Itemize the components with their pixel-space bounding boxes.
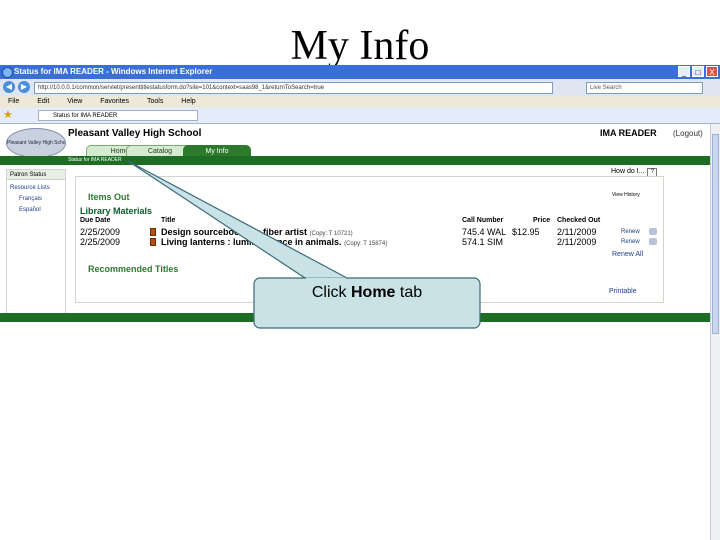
renew-icon[interactable]: [649, 228, 657, 235]
search-input[interactable]: Live Search: [586, 82, 703, 94]
callout-text: Click Home tab: [311, 284, 423, 301]
column-header-call-number: Call Number: [462, 217, 504, 224]
maximize-button[interactable]: □: [692, 66, 704, 77]
window-buttons: _ □ X: [678, 66, 718, 77]
table-row-title[interactable]: Living lanterns : luminescence in animal…: [161, 237, 387, 247]
web-page: Pleasant Valley High School Pleasant Val…: [0, 124, 710, 540]
table-row-call-number: 574.1 SIM: [462, 237, 504, 247]
table-row-checked-out: 2/11/2009: [557, 237, 597, 247]
column-header-title: Title: [161, 217, 176, 224]
menu-favorites[interactable]: Favorites: [100, 98, 129, 105]
slide-title: My Info: [290, 23, 430, 69]
table-row-price: $12.95: [512, 227, 540, 237]
address-row: ◀ ▶ http://10.0.0.1/common/servlet/prese…: [0, 79, 720, 97]
renew-icon[interactable]: [649, 238, 657, 245]
column-header-due-date: Due Date: [80, 217, 111, 224]
menu-tools[interactable]: Tools: [147, 98, 163, 105]
book-icon: [150, 238, 156, 246]
back-button[interactable]: ◀: [3, 81, 15, 93]
table-row-checked-out: 2/11/2009: [557, 227, 597, 237]
ie-logo-icon: [2, 67, 13, 78]
renew-button[interactable]: Renew: [621, 239, 640, 245]
renew-button[interactable]: Renew: [621, 229, 640, 235]
sidebar-link-resource-lists[interactable]: Resource Lists: [10, 185, 50, 191]
menu-file[interactable]: File: [8, 98, 19, 105]
browser-title-bar: Status for IMA READER - Windows Internet…: [0, 65, 720, 79]
menu-help[interactable]: Help: [181, 98, 195, 105]
recommended-titles-heading: Recommended Titles: [88, 264, 179, 274]
library-materials-heading: Library Materials: [80, 206, 153, 216]
table-row-call-number: 745.4 WAL: [462, 227, 507, 237]
tab-patron-status[interactable]: Patron Status: [7, 170, 65, 180]
sidebar: Patron Status Resource Lists Français Es…: [6, 169, 66, 315]
column-header-price: Price: [533, 217, 551, 224]
table-row-title[interactable]: Design sourcebook the fiber artist (Copy…: [161, 227, 353, 237]
view-history-button[interactable]: View History: [612, 192, 640, 198]
favorites-star-icon[interactable]: ★: [3, 108, 13, 123]
renew-all-button[interactable]: Renew All: [612, 251, 643, 258]
subnav-status-link[interactable]: Status for IMA READER: [68, 156, 122, 165]
printable-button[interactable]: Printable: [609, 288, 637, 295]
items-out-heading: Items Out: [88, 192, 130, 202]
menu-bar: File Edit View Favorites Tools Help: [0, 96, 720, 108]
vertical-scrollbar[interactable]: [710, 124, 720, 540]
table-row-due-date: 2/25/2009: [80, 237, 121, 247]
favorites-bar: ★ Status for IMA READER: [0, 108, 720, 124]
sidebar-link-francais[interactable]: Français: [19, 196, 42, 202]
menu-edit[interactable]: Edit: [37, 98, 49, 105]
sidebar-link-espanol[interactable]: Español: [19, 207, 41, 213]
user-name: IMA READER: [600, 128, 657, 138]
tab-my-info[interactable]: My Info: [183, 145, 251, 156]
browser-window-title: Status for IMA READER - Windows Internet…: [14, 67, 213, 76]
school-logo: Pleasant Valley High School: [6, 128, 66, 158]
scrollbar-thumb[interactable]: [712, 134, 719, 334]
close-button[interactable]: X: [706, 66, 718, 77]
menu-view[interactable]: View: [67, 98, 82, 105]
browser-tab[interactable]: Status for IMA READER: [38, 110, 198, 121]
school-name: Pleasant Valley High School: [68, 128, 202, 139]
logout-link[interactable]: (Logout): [673, 129, 703, 138]
table-row-due-date: 2/25/2009: [80, 227, 121, 237]
column-header-checked-out: Checked Out: [557, 217, 601, 224]
minimize-button[interactable]: _: [678, 66, 690, 77]
copy-number: (Copy: T 15874): [344, 241, 388, 247]
forward-button[interactable]: ▶: [18, 81, 30, 93]
book-icon: [150, 228, 156, 236]
address-bar-input[interactable]: http://10.0.0.1/common/servlet/presentti…: [34, 82, 553, 94]
